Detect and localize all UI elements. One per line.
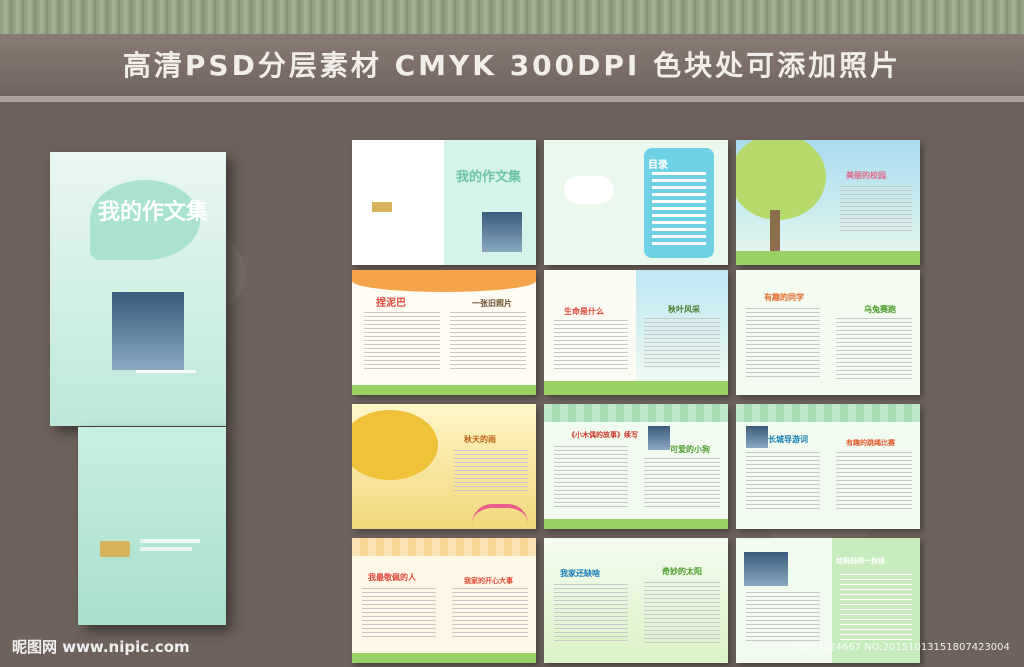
text-block (644, 318, 720, 370)
spread-label: 有趣的同学 (764, 293, 804, 302)
text-block (554, 320, 628, 370)
grass-strip (352, 653, 536, 663)
spread-clay: 捏泥巴 一张旧照片 (352, 270, 536, 395)
site-watermark: 昵图网 www.nipic.com (12, 638, 190, 656)
decorative-top-strip (0, 0, 1024, 34)
text-block (450, 312, 526, 372)
text-block (554, 584, 628, 644)
spread-label: 我家的开心大事 (464, 577, 513, 585)
text-block (362, 588, 436, 640)
text-block (836, 452, 912, 512)
book-back-cover (78, 427, 226, 625)
spread-home: 我家还缺啥 奇妙的太阳 (544, 538, 728, 663)
spread-label: 美丽的校园 (846, 171, 886, 180)
grass-strip (544, 519, 728, 529)
spread-label: 秋叶风采 (668, 305, 700, 314)
text-block (364, 312, 440, 372)
spread-label: 我家还缺啥 (560, 569, 600, 578)
spread-label: 生命是什么 (564, 307, 604, 316)
tree-decoration (736, 140, 826, 220)
contents-list (652, 172, 706, 248)
back-text-line (140, 539, 200, 543)
grass-strip (352, 385, 536, 395)
spread-label: 秋天的雨 (464, 435, 496, 444)
text-block (746, 592, 820, 644)
spread-photo (744, 552, 788, 586)
tree-decoration (352, 410, 438, 480)
spread-label: 捏泥巴 (376, 298, 406, 309)
spread-label: 一张旧照片 (472, 299, 512, 308)
grass-strip (544, 381, 728, 395)
book-stack-icon (100, 541, 130, 557)
page-title: 高清PSD分层素材 CMYK 300DPI 色块处可添加照片 (122, 49, 902, 82)
spread-label: 长城导游词 (768, 435, 808, 444)
spread-label: 乌兔赛跑 (864, 305, 896, 314)
back-text-line (140, 547, 192, 551)
header-divider (0, 96, 1024, 102)
spread-label: 《小木偶的故事》续写 (568, 431, 638, 439)
spread-label: 有趣的跳绳比赛 (846, 439, 895, 447)
spread-photo (482, 212, 522, 252)
spread-puppet: 《小木偶的故事》续写 可爱的小狗 (544, 404, 728, 529)
spread-label: 目录 (648, 160, 668, 171)
image-id-text: ID:13124667 NO:20151013151807423004 (796, 642, 1010, 653)
book-front-cover: 我的作文集 (50, 152, 226, 426)
text-block (452, 588, 528, 640)
spread-label: 奇妙的太阳 (662, 567, 702, 576)
spread-contents: 目录 (544, 140, 728, 265)
spread-photo (648, 426, 670, 450)
spread-photo (746, 426, 768, 448)
text-block (840, 574, 912, 644)
text-block (746, 452, 820, 512)
spread-cover-inner: 我的作文集 (352, 140, 536, 265)
text-block (840, 186, 912, 234)
text-block (644, 458, 720, 508)
spread-label: 可爱的小狗 (670, 445, 710, 454)
text-block (836, 318, 912, 380)
cover-text-lines (136, 370, 196, 373)
spread-great-wall: 长城导游词 有趣的跳绳比赛 (736, 404, 920, 529)
spread-classmate: 有趣的同学 乌兔赛跑 (736, 270, 920, 395)
spread-life: 生命是什么 秋叶风采 (544, 270, 728, 395)
spread-autumn-rain: 秋天的雨 (352, 404, 536, 529)
spread-label: 我的作文集 (456, 170, 522, 185)
cover-title: 我的作文集 (98, 200, 209, 225)
grass-strip (736, 251, 920, 265)
spread-label: 我最敬佩的人 (368, 573, 416, 582)
text-block (454, 450, 528, 494)
text-block (554, 446, 628, 508)
spread-campus: 美丽的校园 (736, 140, 920, 265)
cover-photo (112, 292, 184, 370)
spread-label: 给妈妈的一封信 (836, 557, 885, 565)
spread-admire: 我最敬佩的人 我家的开心大事 (352, 538, 536, 663)
text-block (746, 308, 820, 380)
text-block (644, 582, 720, 644)
